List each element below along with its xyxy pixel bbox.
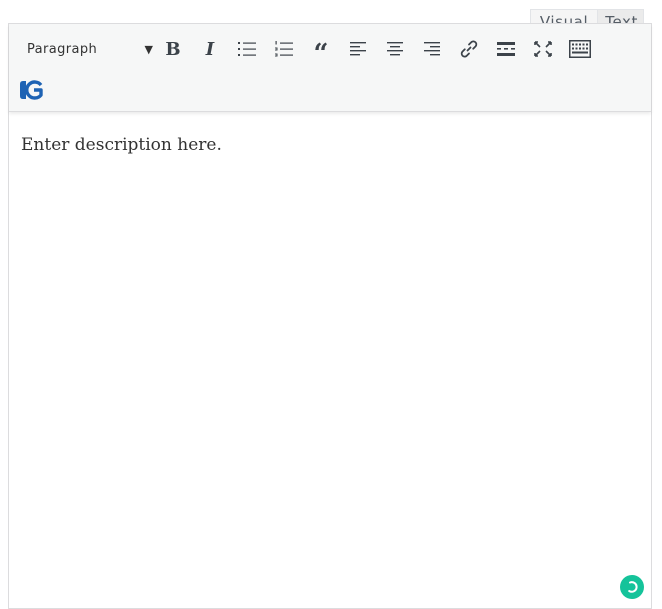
align-right-icon [424,42,440,56]
italic-icon: I [205,38,215,60]
keyboard-icon [569,40,591,58]
editor-content-area[interactable]: Enter description here. [21,135,222,155]
align-center-button[interactable] [381,34,409,64]
editor-placeholder-text: Enter description here. [21,135,222,155]
align-left-icon [350,42,366,56]
italic-button[interactable]: I [196,34,224,64]
rich-text-editor: Paragraph ▼ B I “ Enter description here… [8,23,652,609]
read-more-icon [497,42,515,56]
blockquote-button[interactable]: “ [307,34,335,69]
grammarly-status-icon [628,581,638,593]
toolbar-row-2 [17,76,43,104]
grammarly-status-button[interactable] [620,575,644,599]
bold-button[interactable]: B [159,34,187,64]
bulleted-list-icon [238,42,256,56]
bulleted-list-button[interactable] [233,34,261,64]
insert-link-button[interactable] [455,34,483,64]
read-more-button[interactable] [492,34,520,64]
grammarly-g-icon [20,80,43,100]
align-center-icon [387,42,403,56]
format-select[interactable]: Paragraph ▼ [15,34,159,64]
toolbar-row-1: Paragraph ▼ B I “ [15,34,603,69]
align-left-button[interactable] [344,34,372,64]
format-select-value: Paragraph [27,41,98,57]
numbered-list-icon [275,41,293,57]
grammarly-g-button[interactable] [17,79,43,101]
editor-toolbar: Paragraph ▼ B I “ [9,24,651,112]
dropdown-arrow-icon: ▼ [144,42,153,56]
blockquote-icon: “ [313,39,329,69]
align-right-button[interactable] [418,34,446,64]
bold-icon: B [165,38,181,60]
toolbar-toggle-button[interactable] [566,34,594,64]
fullscreen-icon [534,41,552,57]
numbered-list-button[interactable] [270,34,298,64]
fullscreen-button[interactable] [529,34,557,64]
link-icon [460,40,478,58]
